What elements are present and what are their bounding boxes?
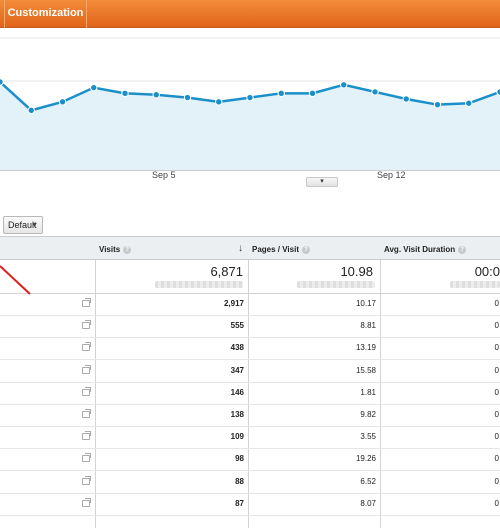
header-visits[interactable]: Visits? ↓	[95, 236, 249, 260]
data-point	[183, 93, 192, 102]
data-point	[465, 99, 473, 107]
data-point	[58, 98, 67, 106]
row-pages-per-visit: 13.19	[355, 343, 376, 353]
chevron-down-icon: ▾	[320, 178, 324, 185]
annotation-stroke	[0, 265, 31, 295]
row-pages-per-visit: 8.07	[360, 498, 376, 508]
totals-visits: 6,871	[210, 264, 243, 279]
table-row[interactable]: 98 19.26 0	[0, 449, 500, 472]
header-visits-label: Visits	[99, 245, 121, 254]
row-pages-per-visit: 9.82	[360, 410, 376, 419]
help-icon[interactable]: ?	[123, 245, 132, 254]
open-in-new-window-icon[interactable]	[82, 386, 91, 396]
visits-chart	[0, 28, 500, 188]
totals-visits-cell: 6,871	[95, 260, 249, 294]
row-avg-visit-duration: 0	[494, 432, 499, 442]
row-pages-per-visit: 15.58	[355, 365, 376, 375]
open-in-new-window-icon[interactable]	[82, 453, 91, 463]
help-icon[interactable]: ?	[458, 245, 467, 254]
open-in-new-window-icon[interactable]	[82, 364, 91, 374]
data-point	[152, 91, 160, 99]
data-point	[371, 88, 379, 96]
table-row[interactable]: 146 1.81 0	[0, 383, 500, 405]
table-row[interactable]: 347 15.58 0	[0, 361, 500, 383]
row-avg-visit-duration: 0	[494, 365, 499, 375]
row-avg-visit-duration: 0	[494, 299, 499, 308]
table-row[interactable]: 87 8.07 0	[0, 494, 500, 516]
table-row[interactable]: 138 9.82 0	[0, 405, 500, 427]
row-visits: 555	[230, 321, 244, 331]
row-pages-per-visit: 6.52	[360, 476, 376, 486]
row-avg-visit-duration: 0	[494, 454, 499, 464]
data-point	[402, 95, 410, 103]
row-visits: 138	[230, 410, 244, 419]
row-avg-visit-duration: 0	[494, 476, 499, 486]
sort-desc-icon[interactable]: ↓	[238, 243, 243, 254]
header-duration-label: Avg. Visit Duration	[384, 245, 456, 254]
header-ppv-label: Pages / Visit	[252, 245, 299, 254]
chart-svg	[0, 37, 500, 171]
red-annotation-line	[0, 265, 31, 295]
row-pages-per-visit: 10.17	[355, 299, 376, 308]
data-point	[277, 89, 285, 98]
totals-duration-cell: 00:0	[380, 260, 500, 294]
row-pages-per-visit: 3.55	[360, 432, 376, 442]
top-tab-bar: Customization	[0, 0, 500, 28]
chart-collapse-handle[interactable]: ▾	[306, 177, 338, 187]
row-visits: 146	[230, 387, 244, 397]
tab-customization[interactable]: Customization	[5, 0, 87, 28]
row-visits: 109	[230, 432, 244, 442]
header-avg-visit-duration[interactable]: Avg. Visit Duration?	[380, 236, 500, 260]
totals-ppv-subtext	[297, 281, 375, 288]
row-avg-visit-duration: 0	[494, 387, 499, 397]
table-row[interactable]: 438 13.19 0	[0, 338, 500, 361]
table-row[interactable]: 109 3.55 0	[0, 427, 500, 450]
row-avg-visit-duration: 0	[494, 498, 499, 508]
row-visits: 347	[230, 365, 244, 375]
data-point	[433, 100, 442, 109]
totals-visits-subtext	[155, 281, 243, 288]
row-visits: 87	[235, 498, 244, 508]
data-point	[340, 81, 348, 89]
header-dimension	[0, 236, 96, 260]
data-point	[0, 78, 4, 86]
open-in-new-window-icon[interactable]	[82, 409, 91, 418]
data-point	[121, 89, 129, 98]
row-pages-per-visit: 19.26	[355, 454, 376, 464]
totals-duration-subtext	[450, 281, 500, 288]
help-icon[interactable]: ?	[302, 245, 310, 254]
header-pages-per-visit[interactable]: Pages / Visit?	[248, 236, 381, 260]
open-in-new-window-icon[interactable]	[82, 431, 91, 441]
totals-pages-per-visit: 10.98	[340, 264, 373, 279]
data-point	[246, 93, 254, 102]
open-in-new-window-icon[interactable]	[82, 320, 91, 330]
chevron-down-icon: ▼	[31, 222, 38, 229]
totals-ppv-cell: 10.98	[248, 260, 381, 294]
data-point	[90, 83, 98, 92]
open-in-new-window-icon[interactable]	[82, 497, 91, 507]
default-view-select[interactable]: Default ▼	[3, 216, 43, 234]
data-point	[215, 98, 223, 106]
table-row[interactable]: 555 8.81 0	[0, 316, 500, 339]
data-point	[27, 106, 35, 115]
row-visits: 438	[230, 343, 244, 353]
row-avg-visit-duration: 0	[494, 321, 499, 331]
row-pages-per-visit: 8.81	[360, 321, 376, 331]
open-in-new-window-icon[interactable]	[82, 475, 91, 485]
table-row[interactable]: 2,917 10.17 0	[0, 294, 500, 316]
data-point	[308, 89, 317, 98]
table-row[interactable]: 88 6.52 0	[0, 472, 500, 494]
open-in-new-window-icon[interactable]	[82, 342, 91, 352]
x-tick-label-sep12: Sep 12	[377, 170, 406, 180]
row-avg-visit-duration: 0	[494, 410, 499, 419]
row-visits: 88	[235, 476, 244, 486]
row-visits: 98	[235, 454, 244, 464]
row-avg-visit-duration: 0	[494, 343, 499, 353]
row-pages-per-visit: 1.81	[360, 387, 376, 397]
totals-avg-visit-duration: 00:0	[474, 264, 500, 279]
row-visits: 2,917	[223, 299, 244, 308]
x-tick-label-sep5: Sep 5	[152, 170, 176, 180]
open-in-new-window-icon[interactable]	[82, 298, 91, 307]
